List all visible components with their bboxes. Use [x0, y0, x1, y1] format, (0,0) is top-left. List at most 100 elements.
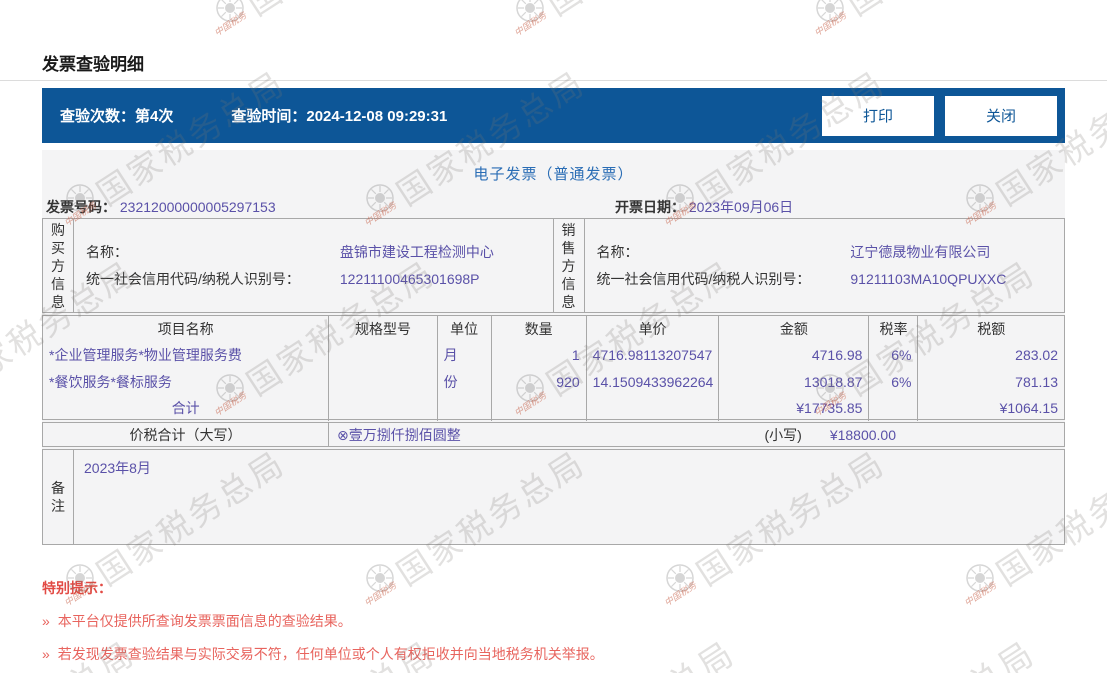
total-price-empty: [585, 395, 719, 421]
buyer-side-label-text: 购买方信息: [51, 221, 65, 310]
item-amount: 4716.98: [718, 341, 869, 368]
watermark-stamp-text: 中国税务: [962, 580, 999, 609]
grand-total-figures-group: (小写) ¥18800.00: [764, 425, 896, 445]
item-tax: 781.13: [917, 368, 1064, 395]
invoice-verification-page: 发票查验明细 查验次数：第4次 查验时间：2024-12-08 09:29:31…: [0, 0, 1107, 673]
item-unit: 月: [436, 341, 492, 368]
total-qty-empty: [490, 395, 587, 421]
item-price: 4716.98113207547: [585, 341, 719, 368]
grand-total-label: 价税合计（大写）: [43, 423, 329, 446]
items-table-box: 项目名称 规格型号 单位 数量 单价 金额 税率 税额 *企业管理服务*物业管理…: [42, 315, 1065, 421]
tax-emblem-icon: [965, 563, 995, 598]
item-price: 14.1509433962264: [585, 368, 719, 395]
invoice-number-row: 发票号码： 23212000000005297153 开票日期： 2023年09…: [42, 197, 1065, 219]
remark-content: 2023年8月: [84, 460, 151, 476]
total-unit-empty: [436, 395, 492, 421]
total-tax-rate-empty: [868, 395, 918, 421]
seller-name-line: 名称： 辽宁德晟物业有限公司: [597, 239, 1065, 266]
seller-side-label-text: 销售方信息: [561, 221, 576, 310]
items-total-row: 合计 ¥17735.85 ¥1064.15: [43, 395, 1064, 421]
tax-emblem-icon: [815, 0, 845, 28]
col-qty: 数量: [490, 316, 587, 341]
item-qty: 920: [490, 368, 587, 395]
buyer-name-label: 名称：: [86, 243, 128, 260]
invoice-number-value: 23212000000005297153: [119, 199, 276, 215]
item-amount: 13018.87: [718, 368, 869, 395]
seller-name-value: 辽宁德晟物业有限公司: [850, 243, 991, 260]
header-buttons: 打印 关闭: [822, 95, 1057, 136]
seller-info-box: 销售方信息 名称： 辽宁德晟物业有限公司 统一社会信用代码/纳税人识别号： 91…: [553, 218, 1065, 313]
watermark-text: 国家税务总局: [836, 0, 1043, 25]
invoice-date-value: 2023年09月06日: [688, 199, 794, 215]
item-spec: [328, 368, 438, 395]
watermark-text: 国家税务总局: [536, 0, 743, 25]
notice-text: 本平台仅提供所查询发票票面信息的查验结果。: [57, 613, 352, 629]
buyer-taxid-label: 统一社会信用代码/纳税人识别号：: [86, 270, 300, 287]
invoice-panel: 电子发票（普通发票） 发票号码： 23212000000005297153 开票…: [42, 150, 1065, 545]
buyer-side-label: 购买方信息: [43, 219, 74, 312]
item-tax-rate: 6%: [868, 368, 918, 395]
seller-taxid-value: 91211103MA10QPUXXC: [850, 270, 1007, 287]
watermark-stamp-text: 中国税务: [212, 10, 249, 39]
item-tax: 283.02: [917, 341, 1064, 368]
tax-emblem-icon: [665, 563, 695, 598]
invoice-type-title: 电子发票（普通发票）: [473, 166, 634, 183]
buyer-name-line: 名称： 盘锦市建设工程检测中心: [86, 239, 553, 266]
notice-title: 特别提示：: [42, 580, 112, 596]
watermark-tile: 中国税务国家税务总局: [513, 0, 815, 85]
notice-bullet: »: [42, 646, 50, 662]
verification-header-bar: 查验次数：第4次 查验时间：2024-12-08 09:29:31 打印 关闭: [42, 88, 1065, 143]
buyer-info-box: 购买方信息 名称： 盘锦市建设工程检测中心 统一社会信用代码/纳税人识别号： 1…: [42, 218, 554, 313]
watermark-tile: 中国税务国家税务总局: [815, 634, 1107, 673]
item-tax-rate: 6%: [868, 341, 918, 368]
tax-emblem-icon: [515, 0, 545, 28]
check-count-label: 查验次数：: [60, 108, 136, 125]
total-amount: ¥17735.85: [718, 395, 869, 421]
grand-total-small-label: (小写): [764, 426, 802, 443]
title-divider: [0, 80, 1107, 81]
grand-total-body: ⊗壹万捌仟捌佰圆整 (小写) ¥18800.00: [329, 425, 1064, 445]
watermark-tile: 中国税务国家税务总局: [813, 0, 1107, 85]
invoice-date-label: 开票日期：: [615, 199, 685, 215]
grand-total-words: ⊗壹万捌仟捌佰圆整: [337, 426, 461, 443]
grand-total-figures: ¥18800.00: [829, 426, 896, 443]
buyer-details: 名称： 盘锦市建设工程检测中心 统一社会信用代码/纳税人识别号： 1221110…: [74, 219, 553, 312]
check-count: 查验次数：第4次: [60, 105, 173, 126]
buyer-name-value: 盘锦市建设工程检测中心: [339, 243, 494, 260]
remark-side-label-text: 备注: [51, 480, 65, 514]
seller-name-label: 名称：: [596, 243, 639, 260]
invoice-number: 发票号码： 23212000000005297153: [46, 197, 276, 217]
total-tax: ¥1064.15: [917, 395, 1064, 421]
col-spec: 规格型号: [328, 316, 438, 341]
seller-taxid-label: 统一社会信用代码/纳税人识别号：: [596, 270, 811, 287]
print-button[interactable]: 打印: [822, 95, 934, 136]
watermark-tile: 中国税务国家税务总局: [213, 0, 515, 85]
item-qty: 1: [490, 341, 587, 368]
notice-text: 若发现发票查验结果与实际交易不符，任何单位或个人有权拒收并向当地税务机关举报。: [57, 646, 604, 662]
grand-total-row: 价税合计（大写） ⊗壹万捌仟捌佰圆整 (小写) ¥18800.00: [42, 422, 1065, 447]
notice-bullet: »: [42, 613, 50, 629]
seller-details: 名称： 辽宁德晟物业有限公司 统一社会信用代码/纳税人识别号： 91211103…: [585, 219, 1065, 312]
buyer-taxid-line: 统一社会信用代码/纳税人识别号： 12211100465301698P: [86, 266, 553, 293]
close-button[interactable]: 关闭: [945, 95, 1057, 136]
col-tax: 税额: [917, 316, 1064, 341]
notice-line: » 本平台仅提供所查询发票票面信息的查验结果。: [42, 611, 604, 631]
seller-side-label: 销售方信息: [554, 219, 585, 312]
col-item-name: 项目名称: [157, 320, 214, 337]
check-count-value: 第4次: [135, 108, 174, 125]
buyer-taxid-value: 12211100465301698P: [339, 270, 480, 287]
item-name: *企业管理服务*物业管理服务费: [49, 346, 242, 363]
item-name: *餐饮服务*餐标服务: [49, 373, 172, 390]
watermark-text: 国家税务总局: [836, 627, 1043, 673]
table-row: *餐饮服务*餐标服务 份 920 14.1509433962264 13018.…: [43, 368, 1064, 395]
invoice-number-label: 发票号码：: [46, 199, 116, 215]
col-amount: 金额: [718, 316, 869, 341]
page-title: 发票查验明细: [42, 55, 144, 74]
footer-notices: 特别提示： » 本平台仅提供所查询发票票面信息的查验结果。 » 若发现发票查验结果与…: [42, 578, 604, 664]
items-header-row: 项目名称 规格型号 单位 数量 单价 金额 税率 税额: [43, 316, 1064, 341]
total-label: 合计: [171, 400, 200, 416]
check-time: 查验时间：2024-12-08 09:29:31: [231, 105, 447, 126]
col-unit: 单位: [436, 316, 492, 341]
watermark-stamp-text: 中国税务: [512, 10, 549, 39]
party-section: 购买方信息 名称： 盘锦市建设工程检测中心 统一社会信用代码/纳税人识别号： 1…: [42, 218, 1065, 313]
